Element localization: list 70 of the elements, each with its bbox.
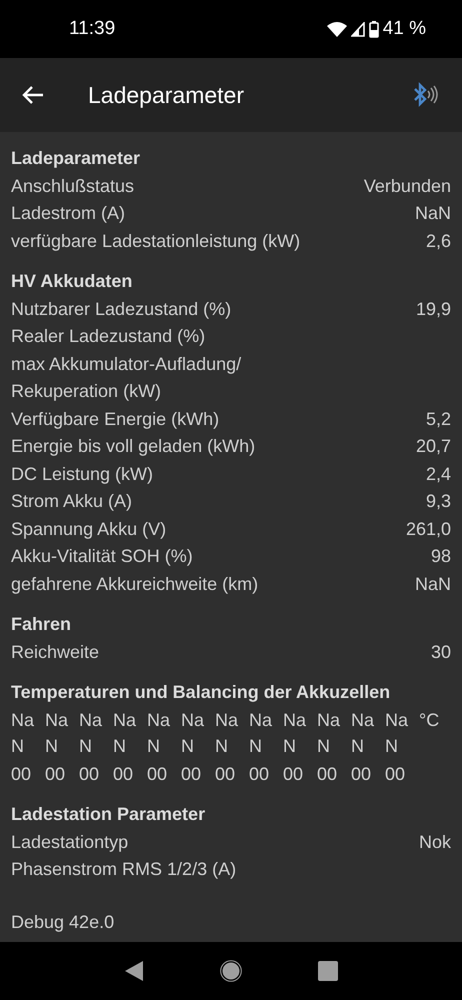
status-time: 11:39 [69, 18, 116, 40]
screen-title: Ladeparameter [88, 82, 245, 108]
cell-temperature: NaN [147, 708, 171, 758]
home-icon[interactable] [220, 960, 242, 982]
cell-balancing: 00 [351, 762, 372, 786]
bluetooth-icon[interactable] [412, 82, 440, 108]
parameter-label: Spannung Akku (V) [11, 518, 166, 541]
parameter-value: 98 [430, 545, 451, 568]
signal-icon [350, 22, 365, 36]
section-heading: Fahren [11, 613, 72, 636]
parameter-label: Ladestrom (A) [11, 202, 126, 225]
cell-balancing: 00 [79, 762, 100, 786]
parameter-value: 5,2 [426, 408, 451, 430]
parameter-label: Energie bis voll geladen (kWh) [11, 435, 256, 458]
parameter-label: Realer Ladezustand (%) [11, 325, 206, 348]
cell-balancing: 00 [11, 762, 32, 786]
section-heading: Temperaturen und Balancing der Akkuzellen [11, 681, 392, 704]
parameter-value: NaN [414, 202, 451, 225]
debug-label: Debug 42e.0 [11, 912, 114, 933]
back-icon[interactable] [124, 960, 144, 982]
parameter-value: 19,9 [416, 298, 451, 320]
section-heading: HV Akkudaten [11, 270, 134, 293]
cell-balancing: 00 [45, 762, 66, 786]
section-heading: Ladestation Parameter [11, 803, 206, 826]
cell-balancing: 00 [283, 762, 304, 786]
parameter-label: max Akkumulator-Aufladung/ Rekuperation (kW) [11, 352, 242, 403]
cell-balancing: 00 [181, 762, 202, 786]
parameter-label: Phasenstrom RMS 1/2/3 (A) [11, 858, 236, 881]
cell-balancing: 00 [317, 762, 338, 786]
parameter-value: NaN [414, 572, 451, 596]
cell-balancing: 00 [249, 762, 270, 786]
cell-temperature: NaN [45, 708, 69, 758]
cell-temperature: NaN [11, 708, 35, 758]
parameter-value: 2,4 [426, 462, 451, 486]
parameter-label: DC Leistung (kW) [11, 462, 154, 486]
cell-temperature: NaN [351, 708, 375, 758]
back-arrow-icon[interactable] [22, 85, 44, 105]
cell-temperature: NaN [317, 708, 341, 758]
battery-icon [368, 20, 379, 38]
cell-temperature: NaN [79, 708, 103, 758]
cell-balancing: 00 [113, 762, 134, 786]
parameter-value: Nok [418, 830, 451, 854]
parameter-value: 20,7 [416, 435, 451, 458]
cell-temperature: NaN [215, 708, 239, 758]
cell-temperature: NaN [113, 708, 137, 758]
parameter-label: Reichweite [11, 640, 100, 664]
parameter-label: gefahrene Akkureichweite (km) [11, 572, 258, 596]
cell-temperature: NaN [249, 708, 273, 758]
cell-temperature: NaN [181, 708, 205, 758]
cell-temperature: NaN [283, 708, 307, 758]
parameter-label: Strom Akku (A) [11, 490, 132, 513]
cell-balancing: 00 [385, 762, 406, 786]
parameter-value: 261,0 [406, 518, 451, 540]
cell-temperature: NaN [385, 708, 409, 758]
parameter-value: Verbunden [364, 174, 451, 198]
parameter-label: Nutzbarer Ladezustand (%) [11, 298, 232, 321]
cell-balancing: 00 [147, 762, 168, 786]
parameter-label: Akku-Vitalität SOH (%) [11, 545, 193, 568]
parameter-value: 30 [430, 640, 451, 664]
cell-balancing: 00 [215, 762, 236, 786]
parameter-label: Verfügbare Energie (kWh) [11, 408, 220, 431]
wifi-icon [326, 22, 347, 36]
unit-label: °C [419, 708, 440, 732]
parameter-value: 2,6 [426, 230, 451, 252]
parameter-label: Ladestationtyp [11, 830, 128, 854]
battery-percent: 41 % [382, 18, 426, 40]
parameter-label: verfügbare Ladestationleistung (kW) [11, 230, 300, 253]
parameter-label: Anschlußstatus [11, 174, 134, 198]
section-heading: Ladeparameter [11, 147, 142, 170]
parameter-value: 9,3 [426, 490, 451, 513]
